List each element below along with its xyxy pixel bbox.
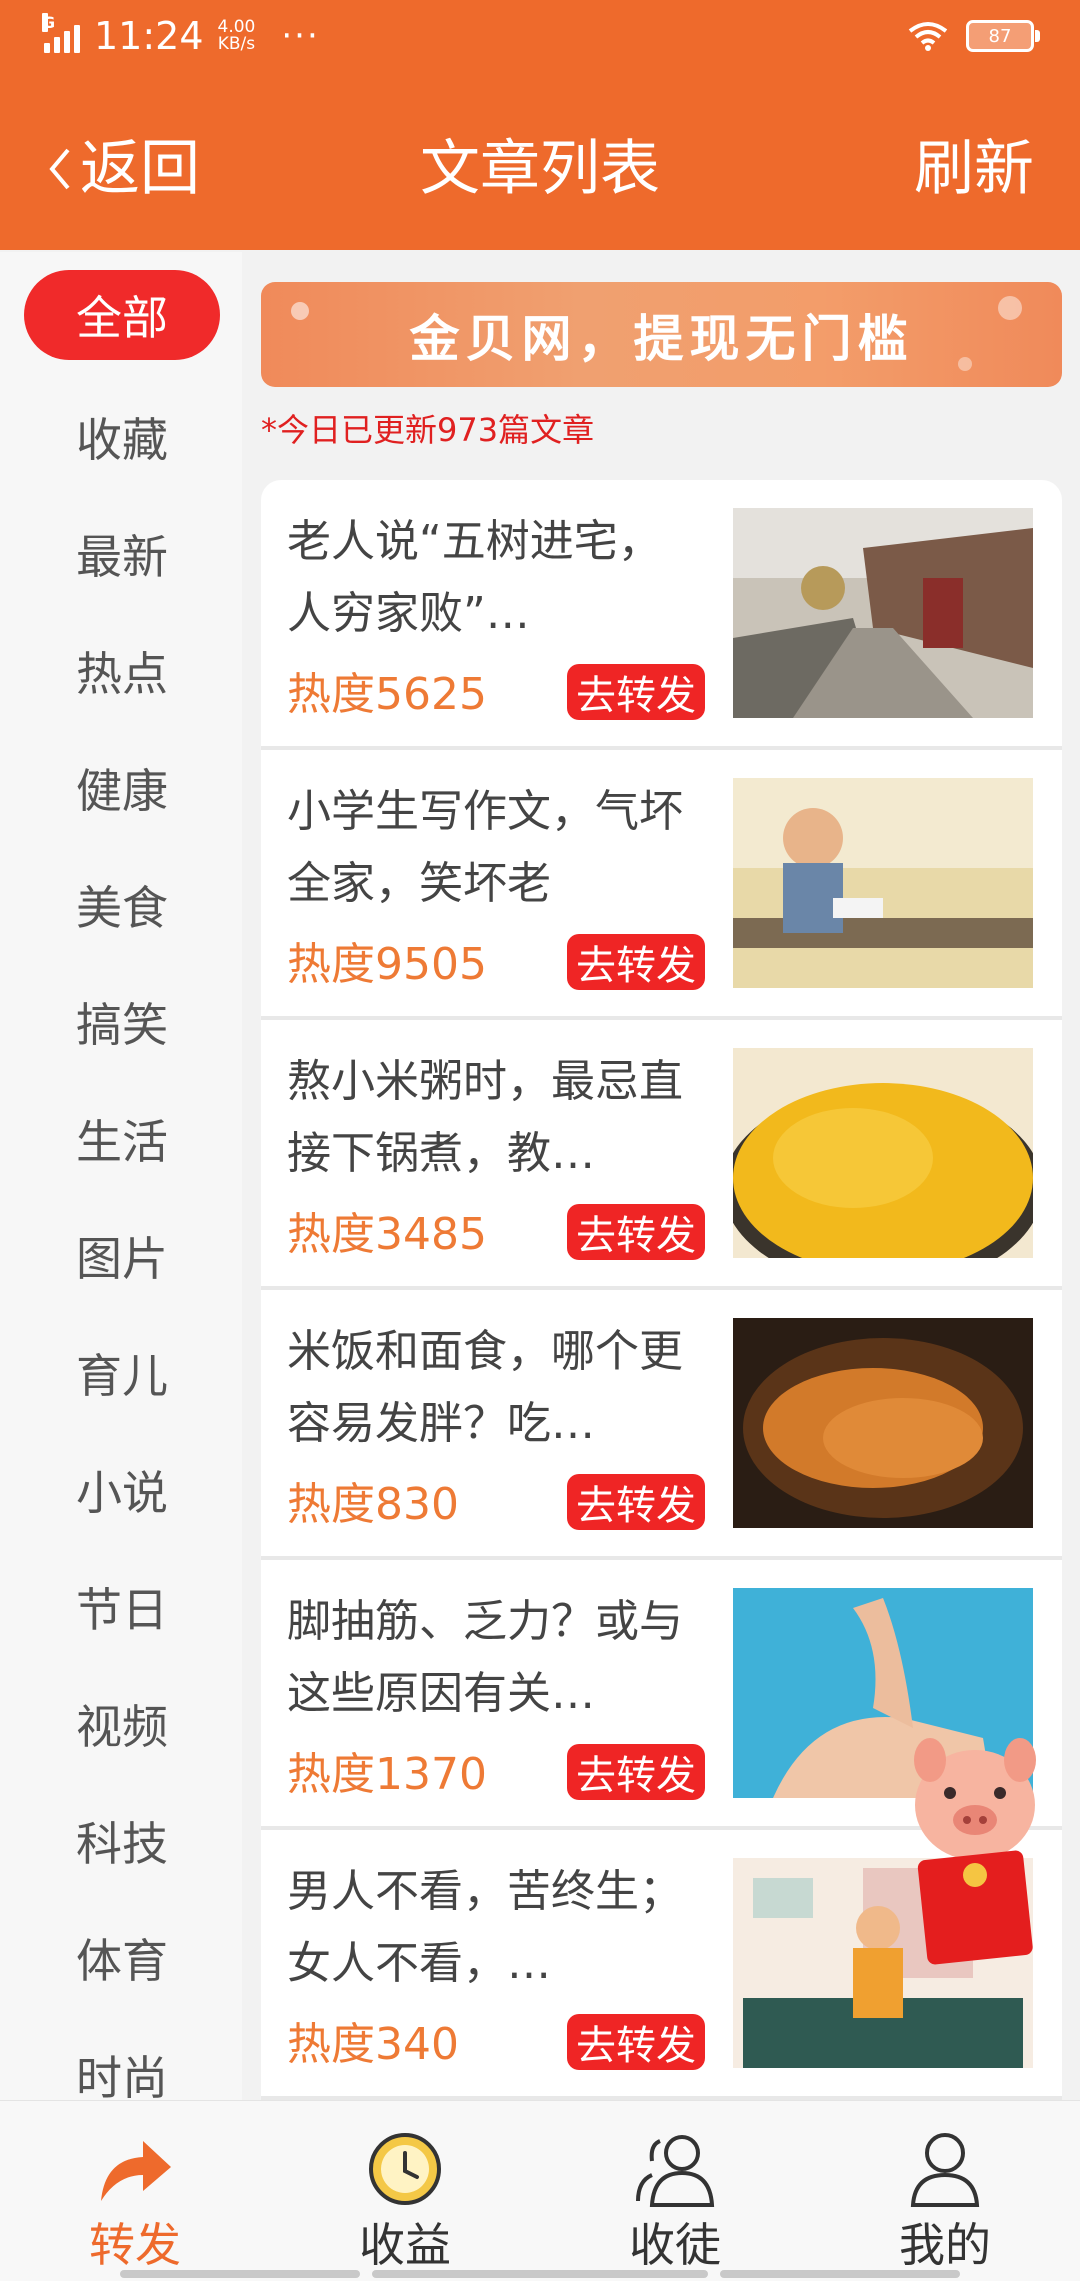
- category-life[interactable]: 生活: [24, 1094, 220, 1184]
- promo-banner[interactable]: 金贝网，提现无门槛: [261, 282, 1062, 387]
- category-holiday[interactable]: 节日: [24, 1562, 220, 1652]
- category-parenting[interactable]: 育儿: [24, 1328, 220, 1418]
- promo-banner-text: 金贝网，提现无门槛: [409, 309, 914, 368]
- pig-red-envelope-icon[interactable]: [900, 1735, 1050, 1965]
- category-food[interactable]: 美食: [24, 860, 220, 950]
- status-time: 11:24: [94, 14, 204, 58]
- tab-label: 收徒: [629, 2218, 721, 2272]
- clock-coin-icon: [369, 2133, 441, 2205]
- category-sports[interactable]: 体育: [24, 1913, 220, 2003]
- tab-share[interactable]: 转发: [0, 2101, 270, 2281]
- category-sidebar: 全部 收藏 最新 热点 健康 美食 搞笑 生活 图片 育儿 小说 节日 视频 科…: [0, 252, 242, 2105]
- signal-icon: G: [42, 13, 80, 53]
- category-tech[interactable]: 科技: [24, 1796, 220, 1886]
- status-bar: G 11:24 4.00 KB/s ··· 87: [0, 0, 1080, 80]
- wifi-icon: [908, 22, 948, 51]
- system-home-indicator: [720, 2270, 960, 2278]
- article-title: 男人不看，苦终生； 女人不看，…: [287, 1866, 683, 1989]
- article-item[interactable]: 熬小米粥时，最忌直接下锅煮，教… 热度3485 去转发: [261, 1020, 1062, 1290]
- category-favorites[interactable]: 收藏: [24, 392, 220, 482]
- tab-earnings[interactable]: 收益: [270, 2101, 540, 2281]
- article-heat: 热度1370: [287, 1749, 487, 1800]
- category-health[interactable]: 健康: [24, 743, 220, 833]
- article-heat: 热度9505: [287, 939, 487, 990]
- update-notice: *今日已更新973篇文章: [261, 411, 595, 449]
- share-button[interactable]: 去转发: [567, 1474, 705, 1530]
- battery-icon: 87: [966, 20, 1040, 52]
- article-title: 米饭和面食，哪个更容易发胖？吃…: [287, 1326, 683, 1449]
- article-heat: 热度830: [287, 1479, 459, 1530]
- share-button[interactable]: 去转发: [567, 934, 705, 990]
- article-heat: 热度3485: [287, 1209, 487, 1260]
- article-thumbnail: [733, 1318, 1033, 1528]
- share-button[interactable]: 去转发: [567, 1204, 705, 1260]
- article-item[interactable]: 米饭和面食，哪个更容易发胖？吃… 热度830 去转发: [261, 1290, 1062, 1560]
- category-pictures[interactable]: 图片: [24, 1211, 220, 1301]
- share-button[interactable]: 去转发: [567, 2014, 705, 2070]
- article-thumbnail: [733, 1048, 1033, 1258]
- system-home-indicator: [120, 2270, 360, 2278]
- system-home-indicator: [372, 2270, 708, 2278]
- article-heat: 热度5625: [287, 669, 487, 720]
- category-novel[interactable]: 小说: [24, 1445, 220, 1535]
- navigation-header: 返回 文章列表 刷新: [0, 112, 1080, 232]
- more-status-icon: ···: [281, 16, 320, 56]
- tab-apprentice[interactable]: 收徒: [540, 2101, 810, 2281]
- user-icon: [910, 2133, 980, 2207]
- category-all[interactable]: 全部: [24, 270, 220, 360]
- article-heat: 热度340: [287, 2019, 459, 2070]
- article-thumbnail: [733, 508, 1033, 718]
- tab-label: 转发: [89, 2218, 181, 2272]
- users-icon: [636, 2135, 715, 2207]
- category-hot[interactable]: 热点: [24, 626, 220, 716]
- article-item[interactable]: 小学生写作文，气坏全家，笑坏老 热度9505 去转发: [261, 750, 1062, 1020]
- share-arrow-icon: [101, 2141, 171, 2201]
- refresh-button[interactable]: 刷新: [914, 134, 1034, 204]
- article-title: 脚抽筋、乏力？或与这些原因有关…: [287, 1596, 683, 1719]
- category-latest[interactable]: 最新: [24, 509, 220, 599]
- bottom-navigation: 转发 收益 收徒 我的: [0, 2100, 1080, 2281]
- article-title: 老人说“五树进宅，人穷家败”…: [287, 516, 662, 639]
- article-thumbnail: [733, 778, 1033, 988]
- tab-profile[interactable]: 我的: [810, 2101, 1080, 2281]
- tab-label: 我的: [899, 2218, 991, 2272]
- category-funny[interactable]: 搞笑: [24, 977, 220, 1067]
- share-button[interactable]: 去转发: [567, 1744, 705, 1800]
- tab-label: 收益: [359, 2218, 451, 2272]
- article-title: 小学生写作文，气坏全家，笑坏老: [287, 786, 683, 909]
- share-button[interactable]: 去转发: [567, 664, 705, 720]
- category-video[interactable]: 视频: [24, 1679, 220, 1769]
- article-item[interactable]: 老人说“五树进宅，人穷家败”… 热度5625 去转发: [261, 480, 1062, 750]
- network-speed: 4.00 KB/s: [217, 17, 256, 54]
- article-title: 熬小米粥时，最忌直接下锅煮，教…: [287, 1056, 683, 1179]
